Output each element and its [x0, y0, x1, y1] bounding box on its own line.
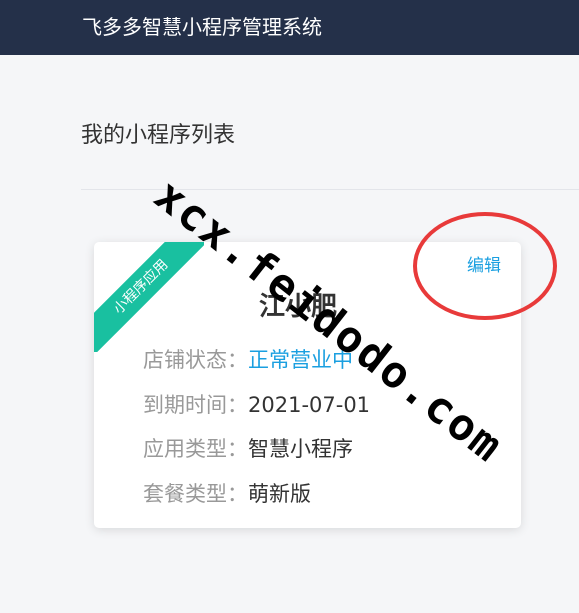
expiry-row: 到期时间：2021-07-01 — [143, 390, 370, 420]
plan-type-row: 套餐类型：萌新版 — [143, 479, 311, 509]
expiry-label: 到期时间： — [143, 393, 248, 417]
app-type-label: 应用类型： — [143, 437, 248, 461]
store-status-row: 店铺状态：正常营业中 — [143, 345, 353, 375]
ribbon-label: 小程序应用 — [94, 242, 204, 352]
plan-type-value: 萌新版 — [248, 482, 311, 506]
mini-program-card[interactable]: 小程序应用 编辑 江小肥 店铺状态：正常营业中 到期时间：2021-07-01 … — [94, 242, 521, 528]
top-bar: 飞多多智慧小程序管理系统 — [0, 0, 579, 55]
app-title: 飞多多智慧小程序管理系统 — [82, 15, 322, 39]
store-name: 江小肥 — [259, 292, 338, 322]
divider — [81, 189, 579, 190]
app-type-value: 智慧小程序 — [248, 437, 353, 461]
plan-type-label: 套餐类型： — [143, 482, 248, 506]
app-type-row: 应用类型：智慧小程序 — [143, 434, 353, 464]
store-status-value: 正常营业中 — [248, 348, 353, 372]
store-status-label: 店铺状态： — [143, 348, 248, 372]
page-title: 我的小程序列表 — [81, 123, 236, 148]
expiry-value: 2021-07-01 — [248, 393, 371, 417]
corner-ribbon: 小程序应用 — [94, 242, 204, 352]
edit-link[interactable]: 编辑 — [467, 254, 501, 278]
